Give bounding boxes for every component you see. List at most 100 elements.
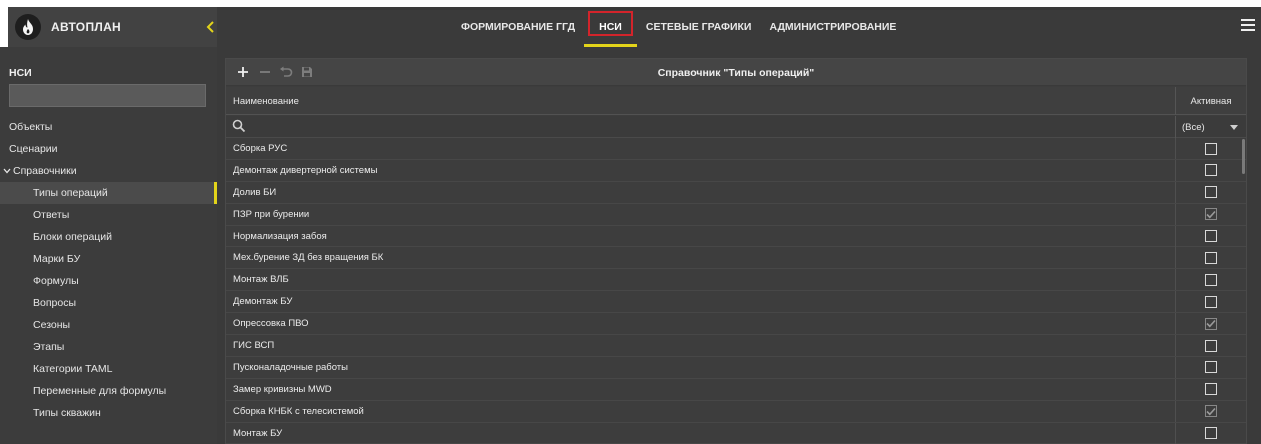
active-checkbox[interactable] (1205, 230, 1217, 243)
tab-label: АДМИНИСТРИРОВАНИЕ (769, 21, 897, 33)
active-checkbox[interactable] (1205, 295, 1217, 308)
row-active-cell (1175, 313, 1246, 335)
minus-icon[interactable] (256, 63, 274, 81)
sidebar-item-objects[interactable]: Объекты (0, 116, 217, 138)
grid-toolbar: Справочник "Типы операций" (226, 59, 1246, 86)
active-checkbox[interactable] (1205, 251, 1217, 264)
row-name: Пусконаладочные работы (233, 361, 348, 373)
table-row[interactable]: Опрессовка ПВО (226, 313, 1246, 336)
active-checkbox[interactable] (1205, 361, 1217, 374)
column-header-active[interactable]: Активная (1175, 87, 1246, 115)
row-name: Сборка РУС (233, 143, 288, 154)
tab-nsi[interactable]: НСИ (584, 7, 637, 47)
row-name: Опрессовка ПВО (233, 318, 309, 330)
row-active-cell (1175, 422, 1246, 444)
grid-header: Наименование Активная (226, 87, 1246, 115)
table-row[interactable]: Долив БИ (226, 181, 1246, 204)
sidebar-item-label: Сезоны (33, 319, 71, 331)
app-root: АВТОПЛАН ФОРМИРОВАНИЕ ГГД НСИ СЕТЕВЫЕ ГР… (0, 0, 1261, 444)
sidebar-item-questions[interactable]: Вопросы (0, 292, 217, 314)
chevron-down-icon[interactable] (3, 166, 11, 176)
sidebar-item-label: Формулы (33, 275, 79, 287)
active-checkbox[interactable] (1205, 186, 1217, 199)
tab-setevye-grafiki[interactable]: СЕТЕВЫЕ ГРАФИКИ (637, 7, 761, 47)
sidebar-item-scenarios[interactable]: Сценарии (0, 138, 217, 160)
sidebar-item-taml-categories[interactable]: Категории TAML (0, 358, 217, 380)
table-row[interactable]: Монтаж БУ (226, 422, 1246, 444)
plus-icon[interactable] (234, 63, 252, 81)
active-filter-select[interactable]: (Все) (1175, 116, 1246, 138)
sidebar-item-well-types[interactable]: Типы скважин (0, 402, 217, 424)
row-name: ПЗР при бурении (233, 208, 310, 220)
row-active-cell (1175, 400, 1246, 422)
main-nav: ФОРМИРОВАНИЕ ГГД НСИ СЕТЕВЫЕ ГРАФИКИ АДМ… (452, 7, 905, 47)
sidebar-item-label: Типы скважин (33, 407, 101, 419)
table-row[interactable]: Сборка РУС (226, 138, 1246, 160)
row-name: Демонтаж БУ (233, 296, 293, 308)
search-icon[interactable] (232, 119, 248, 135)
active-checkbox[interactable] (1205, 208, 1217, 221)
active-checkbox[interactable] (1205, 405, 1217, 418)
sidebar-item-reference-books[interactable]: Справочники (0, 160, 217, 182)
active-checkbox[interactable] (1205, 317, 1217, 330)
filter-row: (Все) (226, 116, 1246, 138)
column-header-name[interactable]: Наименование (233, 87, 299, 115)
tab-formirovanie-ggd[interactable]: ФОРМИРОВАНИЕ ГГД (452, 7, 584, 47)
row-active-cell (1175, 335, 1246, 357)
table-row[interactable]: Сборка КНБК с телесистемой (226, 400, 1246, 423)
row-active-cell (1175, 356, 1246, 378)
sidebar-item-answers[interactable]: Ответы (0, 204, 217, 226)
sidebar-item-operation-types[interactable]: Типы операций (0, 182, 217, 204)
active-checkbox[interactable] (1205, 142, 1217, 155)
row-active-cell (1175, 203, 1246, 225)
grid-rows: Сборка РУС Демонтаж дивертерной системы До… (226, 138, 1246, 444)
sidebar-item-label: Типы операций (33, 187, 108, 199)
table-row[interactable]: Монтаж ВЛБ (226, 269, 1246, 292)
table-row[interactable]: Демонтаж дивертерной системы (226, 159, 1246, 182)
active-checkbox[interactable] (1205, 383, 1217, 396)
chevron-left-icon[interactable] (204, 19, 218, 35)
row-active-cell (1175, 159, 1246, 181)
tab-administrirovanie[interactable]: АДМИНИСТРИРОВАНИЕ (760, 7, 905, 47)
save-icon[interactable] (298, 63, 316, 81)
sidebar-item-label: Этапы (33, 341, 65, 353)
row-name: Монтаж ВЛБ (233, 274, 289, 286)
active-checkbox[interactable] (1205, 339, 1217, 352)
sidebar-item-operation-blocks[interactable]: Блоки операций (0, 226, 217, 248)
sidebar-item-label: Объекты (9, 121, 53, 133)
sidebar-item-label: Блоки операций (33, 231, 113, 243)
active-checkbox[interactable] (1205, 427, 1217, 440)
grid-title: Справочник "Типы операций" (657, 66, 815, 79)
sidebar-item-stages[interactable]: Этапы (0, 336, 217, 358)
row-name: Мех.бурение ЗД без вращения БК (233, 252, 384, 264)
row-active-cell (1175, 378, 1246, 400)
sidebar-item-formula-variables[interactable]: Переменные для формулы (0, 380, 217, 402)
caret-down-icon (1230, 124, 1238, 130)
sidebar-item-label: Переменные для формулы (33, 385, 167, 397)
sidebar-title: НСИ (9, 67, 32, 79)
sidebar-item-seasons[interactable]: Сезоны (0, 314, 217, 336)
undo-icon[interactable] (277, 63, 295, 81)
row-name: Замер кривизны MWD (233, 383, 332, 395)
table-row[interactable]: ПЗР при бурении (226, 203, 1246, 226)
active-checkbox[interactable] (1205, 273, 1217, 286)
row-name: Долив БИ (233, 186, 277, 198)
row-active-cell (1175, 291, 1246, 313)
row-name: Нормализация забоя (233, 230, 327, 242)
row-name: Монтаж БУ (233, 427, 283, 439)
brand: АВТОПЛАН (8, 7, 217, 47)
sidebar-item-rig-models[interactable]: Марки БУ (0, 248, 217, 270)
sidebar-item-label: Марки БУ (33, 253, 81, 265)
table-row[interactable]: Нормализация забоя (226, 225, 1246, 248)
sidebar-search-input[interactable] (9, 84, 206, 107)
table-row[interactable]: Мех.бурение ЗД без вращения БК (226, 247, 1246, 270)
table-row[interactable]: ГИС ВСП (226, 335, 1246, 357)
active-checkbox[interactable] (1205, 164, 1217, 177)
table-row[interactable]: Пусконаладочные работы (226, 356, 1246, 379)
sidebar-item-formulas[interactable]: Формулы (0, 270, 217, 292)
vertical-scrollbar[interactable] (1242, 139, 1245, 174)
table-row[interactable]: Замер кривизны MWD (226, 378, 1246, 401)
table-row[interactable]: Демонтаж БУ (226, 291, 1246, 314)
hamburger-icon[interactable] (1241, 19, 1255, 33)
sidebar-item-label: Сценарии (9, 143, 58, 155)
